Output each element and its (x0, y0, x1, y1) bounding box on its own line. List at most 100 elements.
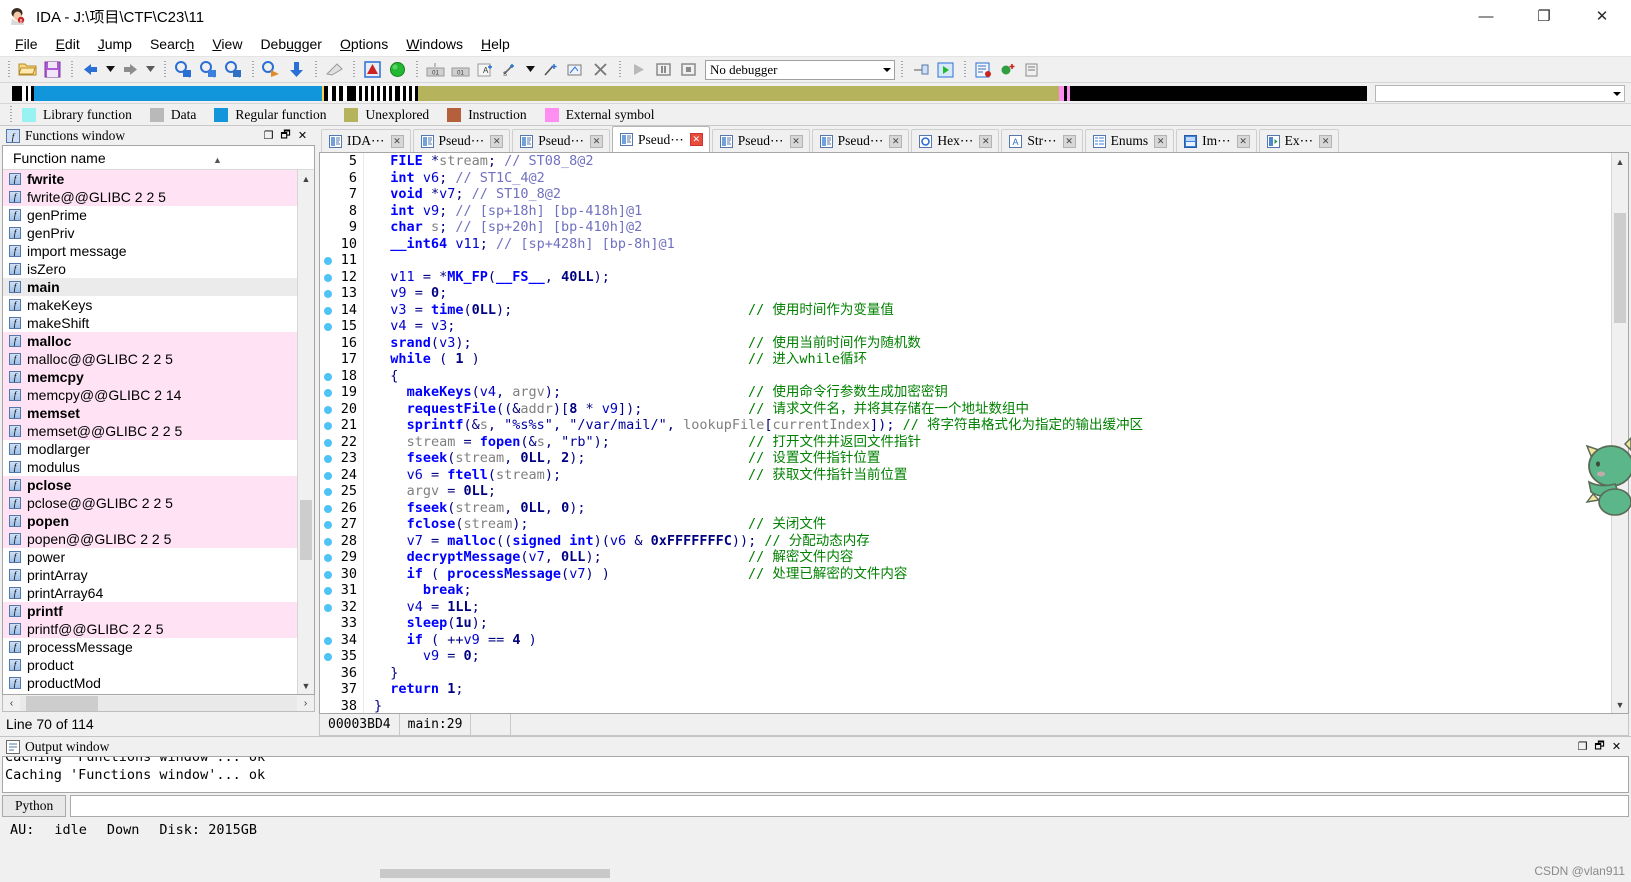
stop-icon[interactable] (677, 59, 700, 81)
code-text[interactable]: argv = 0LL; (364, 483, 496, 500)
code-line[interactable]: 38} (320, 697, 1611, 714)
code-text[interactable]: sleep(1u); (364, 615, 488, 632)
line-number-gutter[interactable]: 13 (320, 285, 364, 302)
back-dropdown-icon[interactable] (104, 59, 117, 81)
menu-file[interactable]: FFileile (6, 34, 47, 54)
line-number-gutter[interactable]: 30 (320, 565, 364, 582)
code-text[interactable]: v9 = 0; (364, 648, 480, 665)
tab-8-enums-view[interactable]: Enums ✕ (1084, 129, 1175, 152)
breakpoint-dot-icon[interactable] (324, 521, 332, 529)
close-icon[interactable]: ✕ (1608, 739, 1625, 754)
code-text[interactable]: __int64 v11; // [sp+428h] [bp-8h]@1 (364, 236, 675, 253)
breakpoint-dot-icon[interactable] (324, 636, 332, 645)
tab-close-icon[interactable]: ✕ (1236, 134, 1250, 148)
back-arrow-icon[interactable] (79, 59, 102, 81)
tab-6-hex-view[interactable]: Hex⋯ ✕ (911, 129, 1000, 152)
line-number-gutter[interactable]: 5 (320, 153, 364, 170)
debugger-select[interactable]: No debugger (705, 59, 895, 80)
line-number-gutter[interactable]: 20 (320, 400, 364, 417)
code-line[interactable]: 8 int v9; // [sp+18h] [bp-418h]@1 (320, 202, 1611, 219)
bottom-horizontal-scrollbar[interactable] (380, 869, 610, 878)
code-text[interactable]: fseek(stream, 0LL, 2); // 设置文件指针位置 (364, 450, 881, 467)
function-list-item[interactable]: f import message (3, 242, 314, 260)
function-list-item[interactable]: f makeShift (3, 314, 314, 332)
code-text[interactable]: makeKeys(v4, argv); // 使用命令行参数生成加密密钥 (364, 384, 948, 401)
edit-icon[interactable] (564, 59, 587, 81)
breakpoint-dot-icon[interactable] (324, 306, 332, 315)
scrollbar-thumb[interactable] (1614, 213, 1626, 323)
code-text[interactable]: while ( 1 ) // 进入while循环 (364, 351, 867, 368)
line-number-gutter[interactable]: 15 (320, 318, 364, 335)
code-text[interactable]: return 1; (364, 681, 463, 698)
line-number-gutter[interactable]: 7 (320, 186, 364, 203)
breakpoint-dot-icon[interactable] (324, 323, 332, 331)
code-line[interactable]: 11 (320, 252, 1611, 269)
functions-vertical-scrollbar[interactable]: ▲ ▼ (297, 170, 314, 694)
struct-icon[interactable] (539, 59, 562, 81)
code-line[interactable]: 17 while ( 1 ) // 进入while循环 (320, 351, 1611, 368)
function-list-item[interactable]: f popen@@GLIBC 2 2 5 (3, 530, 314, 548)
forward-dropdown-icon[interactable] (144, 59, 157, 81)
function-list-item[interactable]: f memcpy@@GLIBC 2 14 (3, 386, 314, 404)
code-text[interactable]: decryptMessage(v7, 0LL); // 解密文件内容 (364, 549, 854, 566)
function-list-item[interactable]: f processMessage (3, 638, 314, 656)
code-text[interactable]: v4 = v3; (364, 318, 455, 335)
pseudocode-view[interactable]: 5 FILE *stream; // ST08_8@2 6 int v6; // … (319, 152, 1629, 714)
code-text[interactable]: v9 = 0; (364, 285, 447, 302)
menu-jump[interactable]: Jump (89, 34, 141, 54)
code-text[interactable]: v6 = ftell(stream); // 获取文件指针当前位置 (364, 467, 908, 484)
code-line[interactable]: 37 return 1; (320, 681, 1611, 698)
menu-debugger[interactable]: Debugger (251, 34, 331, 54)
code-text[interactable]: } (364, 698, 382, 714)
line-number-gutter[interactable]: 9 (320, 219, 364, 236)
function-list-item[interactable]: f printArray (3, 566, 314, 584)
step-over-icon[interactable] (909, 59, 932, 81)
open-file-icon[interactable] (16, 59, 39, 81)
cli-input[interactable] (70, 795, 1629, 817)
function-list-item[interactable]: f isZero (3, 260, 314, 278)
line-number-gutter[interactable]: 14 (320, 301, 364, 318)
run-green-icon[interactable] (386, 59, 409, 81)
tab-close-icon[interactable]: ✕ (889, 134, 903, 148)
breakpoint-dot-icon[interactable] (324, 389, 332, 397)
view-tabbar[interactable]: IDA⋯ ✕ Pseud⋯ ✕ Pseud⋯ ✕ Pseud⋯ ✕ Pseud⋯ ✕ Pseud⋯ ✕… (317, 126, 1631, 152)
function-list-item[interactable]: f fwrite@@GLIBC 2 2 5 (3, 188, 314, 206)
code-text[interactable]: break; (364, 582, 472, 599)
undo-icon[interactable] (323, 59, 346, 81)
line-number-gutter[interactable]: 27 (320, 516, 364, 533)
code-line[interactable]: 5 FILE *stream; // ST08_8@2 (320, 153, 1611, 170)
line-number-gutter[interactable]: 32 (320, 598, 364, 615)
code-line[interactable]: 20 requestFile((&addr)[8 * v9]); // 请求文件… (320, 400, 1611, 417)
jump-down-icon[interactable] (285, 59, 308, 81)
code-line[interactable]: 30 if ( processMessage(v7) ) // 处理已解密的文件… (320, 565, 1611, 582)
restore-icon[interactable]: ❐ (1574, 739, 1591, 754)
menu-view[interactable]: View (203, 34, 251, 54)
code-text[interactable]: sprintf(&s, "%s%s", "/var/mail/", lookup… (364, 417, 1143, 434)
tab-close-icon[interactable]: ✕ (1062, 134, 1076, 148)
line-number-gutter[interactable]: 19 (320, 384, 364, 401)
functions-list[interactable]: f fwrite f fwrite@@GLIBC 2 2 5 f genPrime f gen… (3, 170, 314, 694)
code-text[interactable]: char s; // [sp+20h] [bp-410h]@2 (364, 219, 642, 236)
cli-language-button[interactable]: Python (2, 795, 67, 817)
menu-search[interactable]: Search (141, 34, 203, 54)
code-line[interactable]: 29 decryptMessage(v7, 0LL); // 解密文件内容 (320, 549, 1611, 566)
breakpoint-dot-icon[interactable] (324, 290, 332, 298)
code-text[interactable]: if ( ++v9 == 4 ) (364, 632, 537, 649)
line-number-gutter[interactable]: 21 (320, 417, 364, 434)
code-line[interactable]: 35 v9 = 0; (320, 648, 1611, 665)
code-text[interactable]: void *v7; // ST10_8@2 (364, 186, 561, 203)
code-line[interactable]: 7 void *v7; // ST10_8@2 (320, 186, 1611, 203)
stack-dropdown-icon[interactable] (524, 59, 537, 81)
breakpoint-dot-icon[interactable] (324, 504, 332, 513)
breakpoint-dot-icon[interactable] (324, 653, 332, 661)
code-text[interactable]: int v6; // ST1C_4@2 (364, 170, 544, 187)
code-text[interactable]: v3 = time(0LL); // 使用时间作为变量值 (364, 302, 894, 319)
function-list-item[interactable]: f genPriv (3, 224, 314, 242)
line-number-gutter[interactable]: 11 (320, 252, 364, 269)
breakpoint-dot-icon[interactable] (324, 570, 332, 579)
line-number-gutter[interactable]: 36 (320, 664, 364, 681)
code-line[interactable]: 36 } (320, 664, 1611, 681)
function-list-item[interactable]: f printArray64 (3, 584, 314, 602)
code-line[interactable]: 6 int v6; // ST1C_4@2 (320, 169, 1611, 187)
functions-column-header[interactable]: Function name ▲ (3, 146, 314, 170)
